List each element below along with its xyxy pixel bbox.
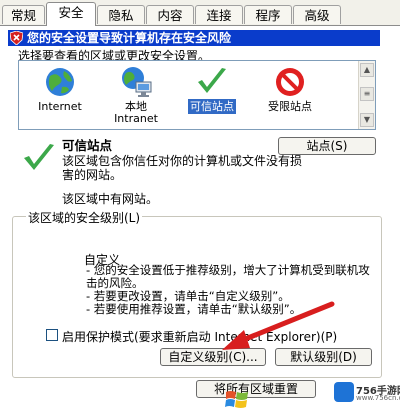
reset-all-zones-button[interactable]: 将所有区域重置 [196, 380, 316, 398]
zone-label: 本地 Intranet [114, 100, 158, 125]
watermark-url: www.756cn.com [356, 394, 400, 402]
tab-general[interactable]: 常规 [2, 5, 45, 24]
zone-label: Internet [38, 100, 82, 113]
protected-mode-checkbox[interactable] [46, 329, 58, 341]
checkmark-icon [198, 68, 226, 93]
zone-list[interactable]: Internet 本地 Intranet 可信站点 受限站点 ▲ ≡ ▼ [18, 60, 376, 130]
scroll-thumb[interactable]: ≡ [360, 87, 374, 101]
level-line: - 您的安全设置低于推荐级别，增大了计算机受到联机攻击的风险。 [86, 263, 370, 290]
zone-local-intranet[interactable]: 本地 Intranet [101, 65, 171, 125]
annotation-arrow-icon [222, 301, 335, 350]
site-watermark: 756手游网 www.756cn.com [334, 374, 400, 414]
globe-icon [46, 68, 74, 96]
banner-text: 您的安全设置导致计算机存在安全风险 [27, 31, 232, 45]
intranet-icon [122, 67, 152, 97]
shield-warning-icon [10, 31, 23, 45]
watermark-logo-icon [334, 382, 354, 402]
tab-privacy[interactable]: 隐私 [97, 5, 145, 24]
security-warning-banner[interactable]: 您的安全设置导致计算机存在安全风险 [8, 30, 380, 46]
sites-button[interactable]: 站点(S) [278, 137, 376, 155]
zone-trusted-sites[interactable]: 可信站点 [177, 65, 247, 114]
tab-connections[interactable]: 连接 [195, 5, 243, 24]
tab-security[interactable]: 安全 [46, 2, 96, 26]
windows-logo-icon [225, 391, 248, 408]
tab-content[interactable]: 内容 [146, 5, 194, 24]
zone-list-scrollbar[interactable]: ▲ ≡ ▼ [358, 61, 375, 129]
tab-bar: 常规 安全 隐私 内容 连接 程序 高级 [0, 0, 400, 26]
no-entry-icon [276, 68, 304, 96]
tab-advanced[interactable]: 高级 [293, 5, 341, 24]
zone-label: 可信站点 [188, 99, 236, 114]
tab-programs[interactable]: 程序 [244, 5, 292, 24]
zone-restricted-sites[interactable]: 受限站点 [255, 65, 325, 113]
scroll-down-icon[interactable]: ▼ [360, 113, 374, 127]
security-level-label: 该区域的安全级别(L) [26, 209, 143, 226]
zone-sites-note: 该区域中有网站。 [62, 192, 159, 206]
zone-title: 可信站点 [62, 138, 113, 153]
zone-label: 受限站点 [268, 100, 312, 113]
zone-internet[interactable]: Internet [25, 65, 95, 113]
trusted-zone-checkmark-icon [24, 144, 54, 170]
zone-description: 该区域包含你信任对你的计算机或文件没有损害的网站。 [62, 154, 303, 182]
scroll-up-icon[interactable]: ▲ [360, 63, 374, 77]
